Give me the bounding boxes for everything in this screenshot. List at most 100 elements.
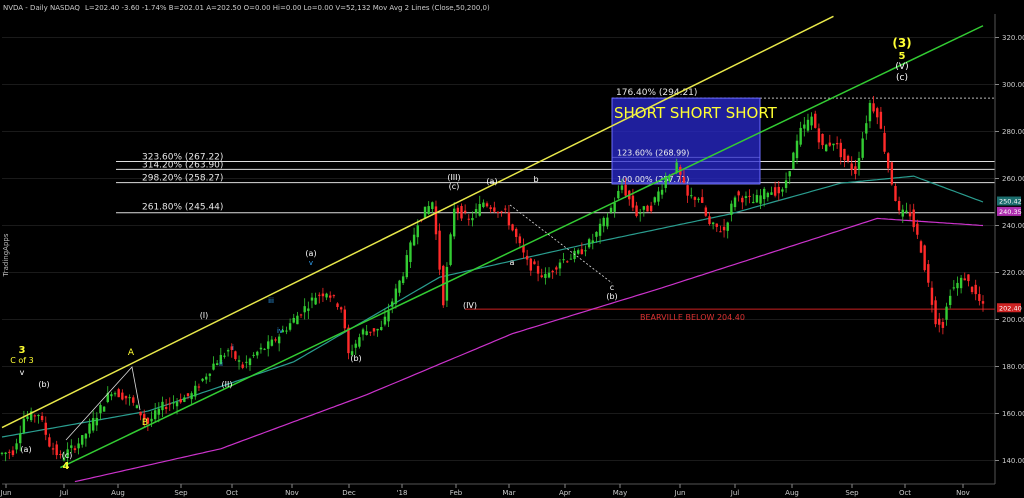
- candle-down: [839, 142, 842, 158]
- x-tick-label: Jun: [674, 489, 686, 497]
- candle-down: [693, 197, 697, 200]
- candle-up: [806, 119, 810, 131]
- candle-up: [752, 201, 755, 204]
- candle-down: [970, 286, 974, 293]
- candle-down: [686, 185, 689, 196]
- candle-down: [51, 448, 55, 450]
- candle-down: [48, 437, 51, 447]
- candle-up: [482, 202, 485, 207]
- candle-up: [613, 202, 616, 212]
- candle-up: [810, 116, 813, 126]
- candle-up: [416, 225, 419, 238]
- candle-up: [868, 102, 872, 122]
- candle-down: [186, 393, 190, 397]
- candle-up: [77, 443, 80, 449]
- candle-down: [876, 108, 879, 118]
- candle-up: [584, 250, 587, 252]
- wave-label: 3: [19, 345, 26, 356]
- candle-down: [828, 142, 832, 146]
- candle-down: [515, 228, 518, 237]
- candle-down: [894, 186, 897, 201]
- candle-up: [190, 393, 193, 400]
- candle-up: [784, 180, 788, 188]
- candle-up: [365, 331, 368, 335]
- candle-up: [19, 433, 22, 444]
- candle-down: [912, 209, 915, 228]
- candle-up: [288, 323, 292, 330]
- candle-up: [657, 191, 660, 202]
- candle-down: [923, 245, 926, 271]
- candle-up: [642, 206, 646, 210]
- candle-down: [504, 208, 507, 210]
- candle-up: [259, 347, 263, 350]
- candle-down: [336, 303, 339, 307]
- candle-up: [423, 206, 427, 219]
- candle-down: [274, 339, 277, 341]
- wave-label: (b): [606, 292, 617, 301]
- candle-up: [153, 410, 157, 420]
- candle-down: [854, 166, 857, 174]
- candle-up: [744, 196, 748, 198]
- candle-down: [463, 210, 467, 213]
- candle-up: [952, 287, 956, 289]
- candle-down: [843, 148, 846, 161]
- candle-down: [930, 287, 934, 305]
- candle-down: [682, 177, 686, 183]
- wave-label: (3): [892, 36, 911, 50]
- candle-down: [489, 207, 492, 210]
- wave-label: (IV): [463, 301, 477, 310]
- candle-up: [587, 239, 591, 248]
- candle-up: [267, 341, 270, 349]
- candle-up: [427, 206, 430, 214]
- candle-down: [347, 327, 350, 354]
- candle-up: [157, 408, 161, 415]
- level-label: BEARVILLE BELOW 204.40: [640, 313, 745, 322]
- candle-down: [164, 407, 168, 409]
- wave-label: (II): [222, 380, 233, 389]
- candle-up: [183, 397, 186, 402]
- candle-up: [620, 185, 624, 190]
- candle-up: [770, 192, 773, 195]
- wave-label: i: [232, 344, 234, 352]
- x-tick-label: Nov: [285, 489, 299, 497]
- candle-up: [361, 329, 365, 335]
- candle-up: [376, 328, 379, 331]
- candle-up: [81, 435, 84, 445]
- candle-up: [88, 423, 91, 434]
- candle-up: [726, 222, 729, 231]
- candle-up: [711, 222, 715, 225]
- candle-up: [573, 250, 576, 260]
- level-label: 314.20% (263.90): [142, 160, 223, 170]
- wave-label: (V): [895, 62, 908, 72]
- candle-down: [777, 186, 780, 194]
- candle-down: [496, 211, 500, 214]
- candle-up: [664, 178, 667, 188]
- candle-down: [500, 211, 503, 213]
- candle-up: [99, 405, 102, 414]
- ma50-tag-label: 250.42: [999, 198, 1022, 206]
- candle-up: [901, 209, 904, 217]
- candle-down: [872, 103, 875, 112]
- candle-up: [84, 433, 88, 439]
- candle-down: [551, 270, 554, 273]
- x-tick-label: Aug: [111, 489, 125, 497]
- candle-up: [453, 208, 456, 237]
- wave-label: 4: [63, 461, 70, 472]
- candle-up: [270, 339, 274, 346]
- candle-down: [132, 397, 135, 403]
- fib-box: SHORT SHORT SHORT123.60% (268.99)100.00%…: [611, 97, 778, 185]
- candle-down: [814, 113, 817, 128]
- candle-up: [730, 203, 733, 215]
- candle-up: [307, 308, 310, 311]
- candle-up: [606, 217, 609, 227]
- candle-down: [624, 184, 627, 196]
- wave-label: 5: [899, 51, 906, 62]
- wave-label: (c): [449, 182, 460, 191]
- candle-up: [562, 259, 565, 261]
- candle-down: [967, 274, 970, 282]
- candle-up: [547, 272, 551, 278]
- candle-up: [412, 234, 416, 246]
- candle-up: [215, 363, 219, 366]
- level-label: 298.20% (258.27): [142, 174, 223, 184]
- sidebar-watermark: TradingApps: [2, 233, 10, 277]
